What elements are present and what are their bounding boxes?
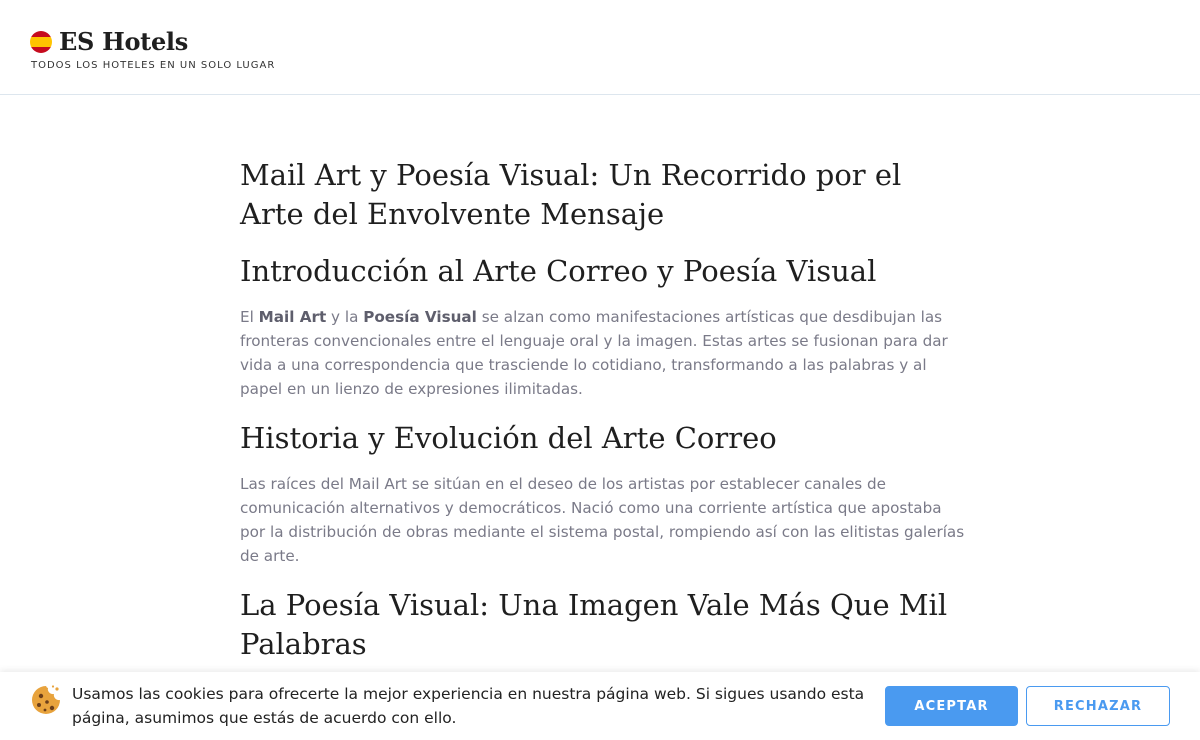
section-paragraph-intro: El Mail Art y la Poesía Visual se alzan … — [240, 305, 970, 401]
article-title: Mail Art y Poesía Visual: Un Recorrido p… — [240, 158, 902, 231]
site-header: ES Hotels TODOS LOS HOTELES EN UN SOLO L… — [0, 0, 1200, 95]
spain-flag-icon — [30, 31, 52, 53]
paragraph-text: El — [240, 308, 259, 326]
cookie-message: Usamos las cookies para ofrecerte la mej… — [72, 685, 865, 727]
site-tagline: TODOS LOS HOTELES EN UN SOLO LUGAR — [31, 60, 276, 71]
accept-cookies-button[interactable]: ACEPTAR — [885, 686, 1018, 726]
reject-cookies-button[interactable]: RECHAZAR — [1026, 686, 1170, 726]
bold-term-mail-art: Mail Art — [258, 308, 327, 326]
section-heading-history: Historia y Evolución del Arte Correo — [240, 421, 777, 455]
section-paragraph-history: Las raíces del Mail Art se sitúan en el … — [240, 475, 965, 565]
section-heading-visual-poetry: La Poesía Visual: Una Imagen Vale Más Qu… — [240, 588, 948, 661]
site-title[interactable]: ES Hotels — [59, 27, 188, 57]
cookie-banner: Usamos las cookies para ofrecerte la mej… — [0, 672, 1200, 740]
article: Mail Art y Poesía Visual: Un Recorrido p… — [240, 150, 970, 678]
paragraph-text: y la — [326, 308, 364, 326]
brand-link[interactable]: ES Hotels — [30, 27, 188, 57]
section-heading-intro: Introducción al Arte Correo y Poesía Vis… — [240, 254, 877, 288]
bold-term-poesia-visual: Poesía Visual — [363, 308, 477, 326]
cookie-icon — [30, 684, 62, 716]
